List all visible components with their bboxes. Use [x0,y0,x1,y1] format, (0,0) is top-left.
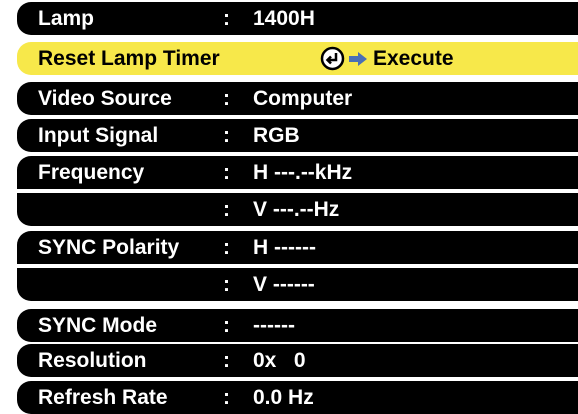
row-colon: : [223,161,230,184]
menu-row-frequency-v: : V ---.--Hz [17,193,578,226]
menu-row-lamp: Lamp : 1400H [17,2,578,35]
arrow-right-icon [349,51,367,66]
row-colon: : [223,236,230,259]
execute-button[interactable]: Execute [320,42,454,75]
row-colon: : [223,87,230,110]
row-colon: : [223,349,230,372]
row-colon: : [223,198,230,221]
execute-label: Execute [373,47,454,70]
row-value-sync-polarity-v: V ------ [253,273,315,296]
row-value-lamp-hours: 1400H [253,7,315,30]
row-colon: : [223,386,230,409]
row-value-frequency-h: H ---.--kHz [253,161,353,184]
row-value-sync-polarity-h: H ------ [253,236,316,259]
row-value-sync-mode: ------ [253,314,295,337]
menu-row-sync-polarity-h: SYNC Polarity : H ------ [17,231,578,264]
row-value-input-signal: RGB [253,124,300,147]
row-value-refresh-rate: 0.0 Hz [253,386,314,409]
row-value-video-source: Computer [253,87,353,110]
row-colon: : [223,7,230,30]
row-value-frequency-v: V ---.--Hz [253,198,340,221]
menu-row-video-source: Video Source : Computer [17,82,578,115]
row-colon: : [223,124,230,147]
row-label-input-signal: Input Signal [38,124,159,147]
row-label-video-source: Video Source [38,87,172,110]
row-value-resolution: 0x 0 [253,349,306,372]
projector-info-menu: Lamp : 1400H Reset Lamp Timer Execute Vi… [0,0,578,414]
menu-row-resolution: Resolution : 0x 0 [17,344,578,377]
menu-row-reset-lamp-timer[interactable]: Reset Lamp Timer Execute [17,42,578,75]
row-label-frequency: Frequency [38,161,145,184]
row-colon: : [223,273,230,296]
row-label-lamp: Lamp [38,7,95,30]
row-label-reset-lamp-timer: Reset Lamp Timer [38,47,220,70]
menu-row-input-signal: Input Signal : RGB [17,119,578,152]
menu-row-frequency-h: Frequency : H ---.--kHz [17,156,578,189]
menu-row-refresh-rate: Refresh Rate : 0.0 Hz [17,381,578,414]
row-colon: : [223,314,230,337]
enter-icon [320,46,345,71]
menu-row-sync-polarity-v: : V ------ [17,268,578,301]
menu-row-sync-mode: SYNC Mode : ------ [17,309,578,342]
row-label-resolution: Resolution [38,349,147,372]
row-label-sync-mode: SYNC Mode [38,314,158,337]
row-label-sync-polarity: SYNC Polarity [38,236,180,259]
row-label-refresh-rate: Refresh Rate [38,386,168,409]
